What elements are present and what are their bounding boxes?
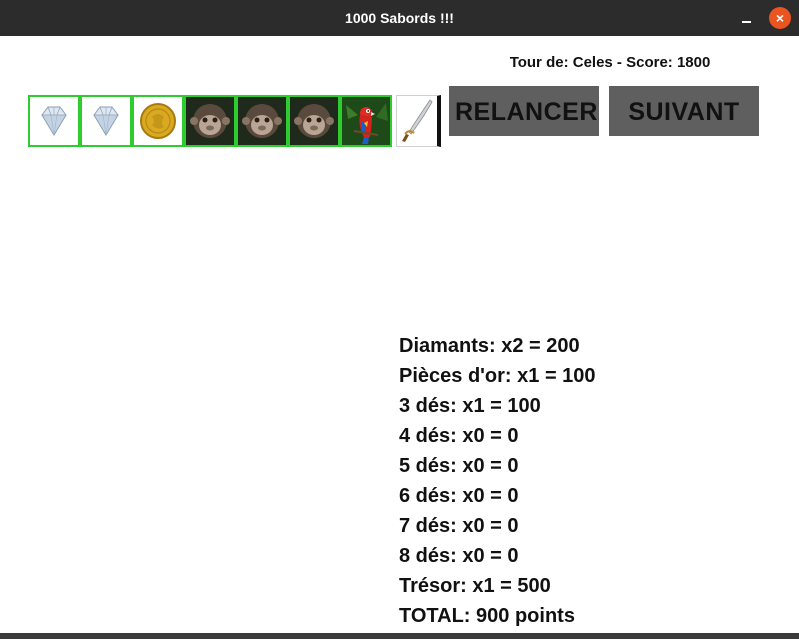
score-7-des: 7 dés: x0 = 0 — [399, 515, 519, 537]
diamond-icon — [82, 97, 130, 145]
relancer-button[interactable]: RELANCER — [449, 86, 599, 136]
monkey-icon — [238, 97, 286, 145]
die-3[interactable] — [132, 95, 184, 147]
monkey-icon — [186, 97, 234, 145]
bottom-panel-edge — [0, 633, 799, 639]
dice-row — [28, 95, 444, 147]
monkey-icon — [290, 97, 338, 145]
score-5-des: 5 dés: x0 = 0 — [399, 455, 519, 477]
minimize-button[interactable] — [736, 7, 758, 29]
window-title: 1000 Sabords !!! — [345, 10, 454, 26]
parrot-icon — [342, 97, 390, 145]
die-4[interactable] — [184, 95, 236, 147]
die-1[interactable] — [28, 95, 80, 147]
score-8-des: 8 dés: x0 = 0 — [399, 545, 519, 567]
score-summary: Diamants: x2 = 200 Pièces d'or: x1 = 100… — [399, 331, 596, 631]
die-2[interactable] — [80, 95, 132, 147]
score-diamants: Diamants: x2 = 200 — [399, 335, 580, 357]
score-total: TOTAL: 900 points — [399, 605, 575, 627]
gold-coin-icon — [134, 97, 182, 145]
turn-status: Tour de: Celes - Score: 1800 — [509, 54, 711, 71]
die-8[interactable] — [396, 95, 441, 147]
diamond-icon — [30, 97, 78, 145]
score-3-des: 3 dés: x1 = 100 — [399, 395, 541, 417]
sabre-icon — [397, 96, 437, 146]
window-titlebar: 1000 Sabords !!! × — [0, 0, 799, 36]
score-6-des: 6 dés: x0 = 0 — [399, 485, 519, 507]
suivant-button[interactable]: SUIVANT — [609, 86, 759, 136]
close-button[interactable]: × — [769, 7, 791, 29]
die-7[interactable] — [340, 95, 392, 147]
die-5[interactable] — [236, 95, 288, 147]
die-6[interactable] — [288, 95, 340, 147]
score-pieces-or: Pièces d'or: x1 = 100 — [399, 365, 596, 387]
score-tresor: Trésor: x1 = 500 — [399, 575, 551, 597]
score-4-des: 4 dés: x0 = 0 — [399, 425, 519, 447]
